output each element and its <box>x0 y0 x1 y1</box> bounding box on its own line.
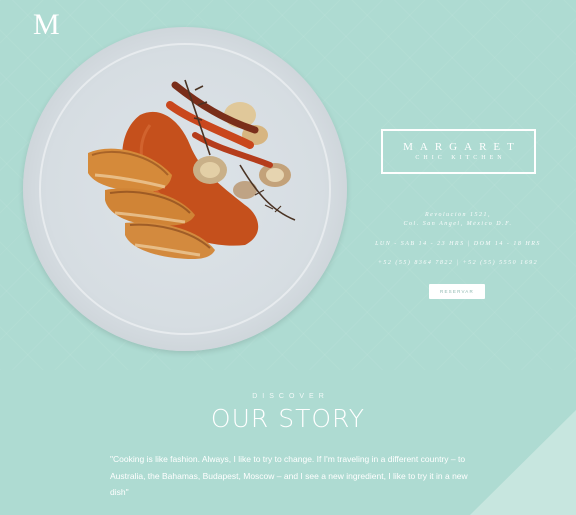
address-line-2: Col. San Angel, México D.F. <box>403 221 513 227</box>
phone-numbers: +52 (55) 8364 7822 | +52 (55) 5550 1692 <box>377 260 539 266</box>
dish-image <box>88 79 296 260</box>
brand-name: MARGARET <box>403 141 521 153</box>
address-line-1: Revolución 1521, <box>425 212 491 218</box>
section-title: OUR STORY <box>210 404 366 433</box>
logo[interactable]: M <box>33 8 60 42</box>
section-kicker: DISCOVER <box>252 393 329 400</box>
brand-logo-box: MARGARET CHIC KITCHEN <box>381 129 536 174</box>
opening-hours: LUN - SAB 14 - 23 HRS | DOM 14 - 18 HRS <box>375 241 541 247</box>
reserve-button[interactable]: RESERVAR <box>429 284 485 299</box>
chef-quote: "Cooking is like fashion. Always, I like… <box>110 454 468 497</box>
brand-subtitle: CHIC KITCHEN <box>415 155 506 161</box>
